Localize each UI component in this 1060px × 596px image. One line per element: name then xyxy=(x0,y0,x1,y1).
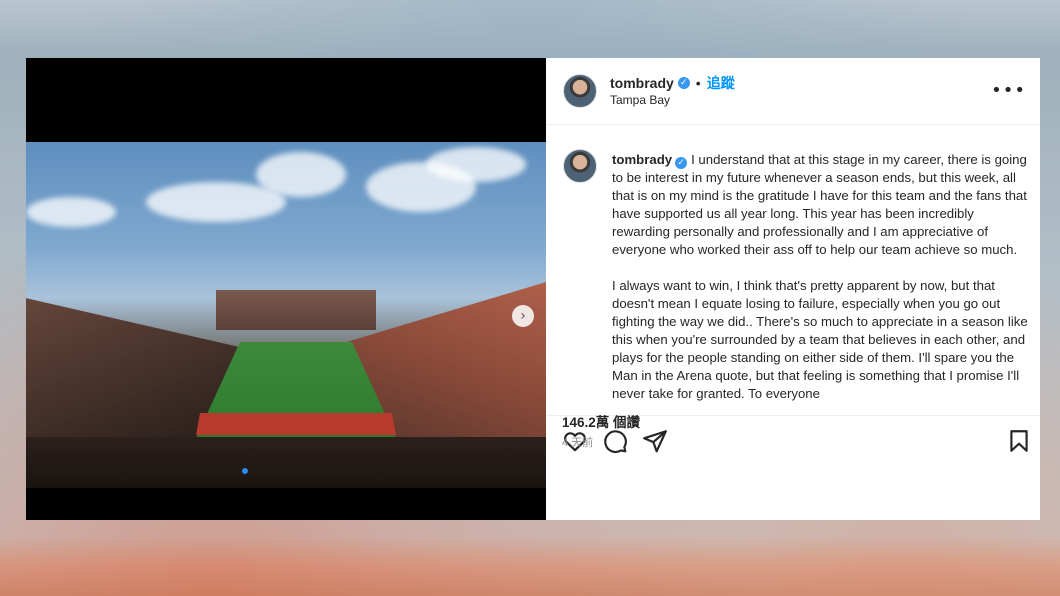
username-link[interactable]: tombrady xyxy=(610,75,674,91)
next-image-button[interactable]: › xyxy=(512,305,534,327)
instagram-post-card: › tombrady ✓ • 追蹤 Tampa Bay ••• tombrady… xyxy=(26,58,1040,520)
bookmark-icon[interactable] xyxy=(1006,428,1032,454)
post-header: tombrady ✓ • 追蹤 Tampa Bay ••• xyxy=(546,58,1040,125)
post-timestamp[interactable]: 4 天前 xyxy=(562,434,593,450)
avatar[interactable] xyxy=(563,149,597,183)
caption-text: tombrady ✓ I understand that at this stage… xyxy=(612,151,1028,415)
verified-icon: ✓ xyxy=(677,77,690,89)
avatar[interactable] xyxy=(563,74,597,108)
post-sidebar: tombrady ✓ • 追蹤 Tampa Bay ••• tombrady ✓ I… xyxy=(546,58,1040,520)
verified-icon: ✓ xyxy=(675,157,688,169)
like-count[interactable]: 146.2萬 個讚 xyxy=(562,411,640,431)
more-options-icon[interactable]: ••• xyxy=(991,80,1026,101)
follow-button[interactable]: 追蹤 xyxy=(707,73,735,93)
post-media: › xyxy=(26,58,546,520)
share-icon[interactable] xyxy=(642,428,668,454)
comment-icon[interactable] xyxy=(602,428,628,454)
caption-paragraph: I understand that at this stage in my ca… xyxy=(612,152,1027,257)
caption-paragraph: I always want to win, I think that's pre… xyxy=(612,278,1028,401)
separator-dot: • xyxy=(695,75,701,91)
stadium-photo xyxy=(26,142,546,488)
caption-username[interactable]: tombrady xyxy=(612,152,672,167)
carousel-indicator xyxy=(242,468,248,474)
caption-section: tombrady ✓ I understand that at this stage… xyxy=(546,125,1040,416)
endzone xyxy=(196,413,396,435)
location-link[interactable]: Tampa Bay xyxy=(610,93,670,107)
